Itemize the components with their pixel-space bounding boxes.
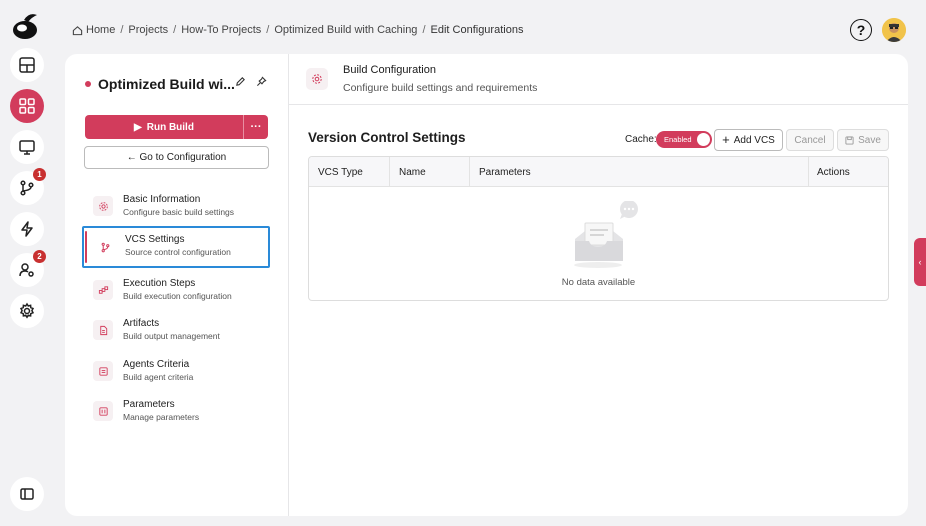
config-content: Build Configuration Configure build sett… [289,54,908,516]
run-build-button[interactable]: ▶ Run Build [85,115,244,139]
empty-inbox-icon [574,201,638,268]
lightning-icon [21,221,33,237]
title-actions [235,76,267,87]
home-icon[interactable] [72,25,83,36]
project-title: Optimized Build wi... [85,76,235,92]
app-logo-icon[interactable] [10,10,42,42]
menu-item-subtitle: Manage parameters [123,412,200,422]
users-nav-button[interactable]: 2 [10,250,46,287]
breadcrumb-home[interactable]: Home [86,24,115,36]
table-header: VCS Type Name Parameters Actions [309,157,888,187]
gear-icon [306,68,328,90]
menu-item-parameters[interactable]: Parameters Manage parameters [93,397,268,433]
run-build-label: Run Build [146,121,194,133]
save-icon [845,135,854,145]
apps-grid-icon [19,98,35,114]
git-branch-icon [20,180,34,196]
notification-badge: 1 [33,168,46,181]
column-header-vcs-type[interactable]: VCS Type [309,157,390,187]
column-header-name[interactable]: Name [390,157,470,187]
menu-item-subtitle: Build output management [123,331,220,341]
git-branch-icon [95,237,115,257]
agent-icon [93,361,113,381]
status-dot [85,81,91,87]
breadcrumb-separator: / [120,24,124,36]
add-vcs-label: Add VCS [733,134,775,146]
user-settings-icon [19,263,34,277]
agents-nav-button[interactable] [10,130,44,164]
cache-toggle[interactable]: Enabled [656,131,712,148]
vcs-table: VCS Type Name Parameters Actions No data… [308,156,889,301]
play-icon: ▶ [134,121,142,133]
run-options-button[interactable]: ··· [244,115,268,139]
cancel-button[interactable]: Cancel [786,129,834,151]
collapse-sidebar-button[interactable] [10,477,44,511]
menu-item-execution-steps[interactable]: Execution Steps Build execution configura… [93,276,268,312]
save-label: Save [858,134,881,146]
pencil-icon[interactable] [235,76,246,87]
menu-item-subtitle: Build agent criteria [123,372,194,382]
projects-nav-button[interactable] [10,89,44,123]
menu-item-title: Execution Steps [123,278,196,289]
notification-badge: 2 [33,250,46,263]
section-header: Build Configuration Configure build sett… [289,54,908,105]
toggle-knob [697,133,710,146]
breadcrumb-optimized-build[interactable]: Optimized Build with Caching [274,24,417,36]
menu-item-vcs-settings[interactable]: VCS Settings Source control configuration [82,226,270,268]
grid-layout-icon [19,57,35,73]
breadcrumb-separator: / [266,24,270,36]
sidebar-toggle-icon [20,488,34,500]
save-button[interactable]: Save [837,129,889,151]
monitor-icon [19,140,35,155]
menu-item-title: Artifacts [123,318,160,329]
sliders-icon [93,401,113,421]
column-header-actions: Actions [808,157,888,187]
breadcrumb-howto-projects[interactable]: How-To Projects [181,24,261,36]
side-panel-toggle[interactable]: ‹ [914,238,926,286]
config-sidebar: Optimized Build wi... ▶ Run Build ··· ← … [65,54,289,516]
section-subtitle: Configure build settings and requirement… [343,82,538,94]
dashboard-nav-button[interactable] [10,48,44,82]
vcs-nav-button[interactable]: 1 [10,168,46,205]
menu-item-basic-information[interactable]: Basic Information Configure basic build s… [93,192,268,228]
empty-state-text: No data available [561,277,636,288]
breadcrumb: Home / Projects / How-To Projects / Opti… [72,24,523,36]
go-to-configuration-button[interactable]: ← Go to Configuration [84,146,269,169]
project-title-text: Optimized Build wi... [98,76,235,92]
settings-nav-button[interactable] [10,294,44,328]
run-build-button-group: ▶ Run Build ··· [85,115,268,139]
vcs-settings-title: Version Control Settings [308,130,466,145]
add-vcs-button[interactable]: + Add VCS [714,129,783,151]
menu-item-title: Parameters [123,399,175,410]
steps-icon [93,280,113,300]
plus-icon: + [722,132,730,147]
gear-icon [19,302,35,319]
menu-item-subtitle: Source control configuration [125,247,231,257]
help-button[interactable]: ? [850,19,872,41]
menu-item-subtitle: Build execution configuration [123,291,232,301]
menu-item-title: VCS Settings [125,234,185,245]
actions-nav-button[interactable] [10,212,44,246]
avatar[interactable] [882,18,906,42]
breadcrumb-projects[interactable]: Projects [128,24,168,36]
breadcrumb-current: Edit Configurations [430,24,524,36]
breadcrumb-separator: / [422,24,426,36]
cache-toggle-state: Enabled [664,135,692,144]
user-avatar-icon [882,18,906,42]
file-icon [93,320,113,340]
menu-item-title: Basic Information [123,194,201,205]
main-card: Optimized Build wi... ▶ Run Build ··· ← … [65,54,908,516]
column-header-parameters[interactable]: Parameters [470,157,808,187]
left-rail: 1 2 [0,0,52,526]
pin-icon[interactable] [256,76,267,87]
section-title: Build Configuration [343,64,436,76]
breadcrumb-separator: / [173,24,177,36]
menu-item-agents-criteria[interactable]: Agents Criteria Build agent criteria [93,357,268,393]
menu-item-artifacts[interactable]: Artifacts Build output management [93,316,268,352]
chevron-left-icon: ‹ [918,257,922,267]
cache-label: Cache: [625,134,657,145]
gear-icon [93,196,113,216]
menu-item-subtitle: Configure basic build settings [123,207,235,217]
menu-item-title: Agents Criteria [123,359,190,370]
